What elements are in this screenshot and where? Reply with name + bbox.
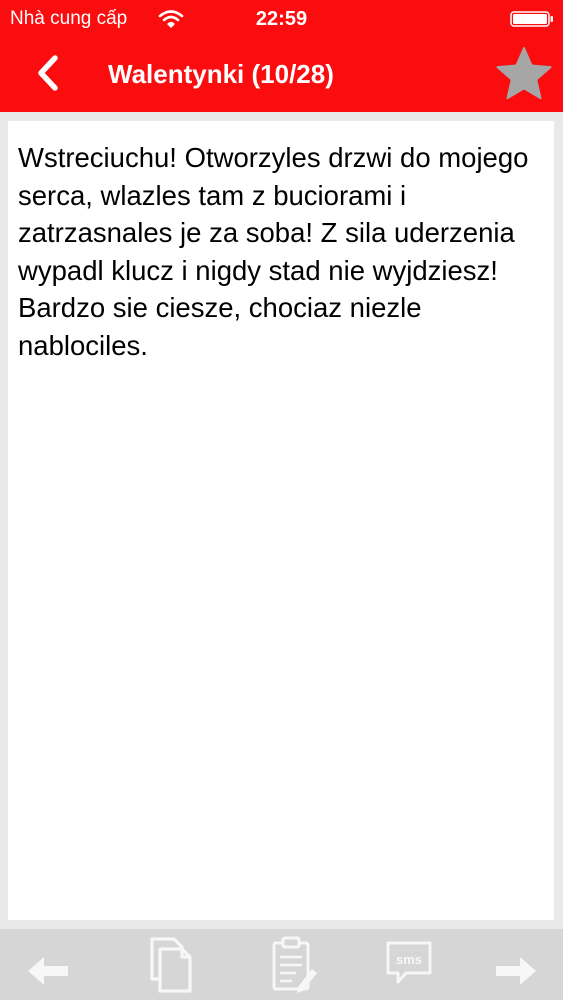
header-bar: Nhà cung cấp 22:59 Walentynki (10/28) [0,0,563,112]
clipboard-edit-icon [268,935,320,995]
favorite-button[interactable] [494,44,554,104]
sms-label: sms [396,952,422,967]
sms-button[interactable]: sms [384,935,434,995]
page-title: Walentynki (10/28) [108,59,334,89]
message-card: Wstreciuchu! Otworzyles drzwi do mojego … [8,121,554,920]
sms-icon: sms [384,935,434,995]
status-time: 22:59 [255,8,308,30]
navigation-bar: Walentynki (10/28) [0,38,563,112]
bottom-toolbar: sms [0,929,563,1000]
copy-icon [142,935,198,995]
battery-icon [510,11,554,27]
chevron-left-icon [30,55,70,100]
previous-button[interactable] [24,935,74,995]
copy-button[interactable] [142,935,198,995]
next-button[interactable] [490,935,540,995]
status-bar: Nhà cung cấp 22:59 [0,0,563,38]
message-text: Wstreciuchu! Otworzyles drzwi do mojego … [18,142,529,361]
back-button[interactable] [30,52,70,96]
arrow-right-icon [490,935,540,995]
star-icon [494,47,554,108]
arrow-left-icon [24,935,74,995]
note-button[interactable] [268,935,320,995]
